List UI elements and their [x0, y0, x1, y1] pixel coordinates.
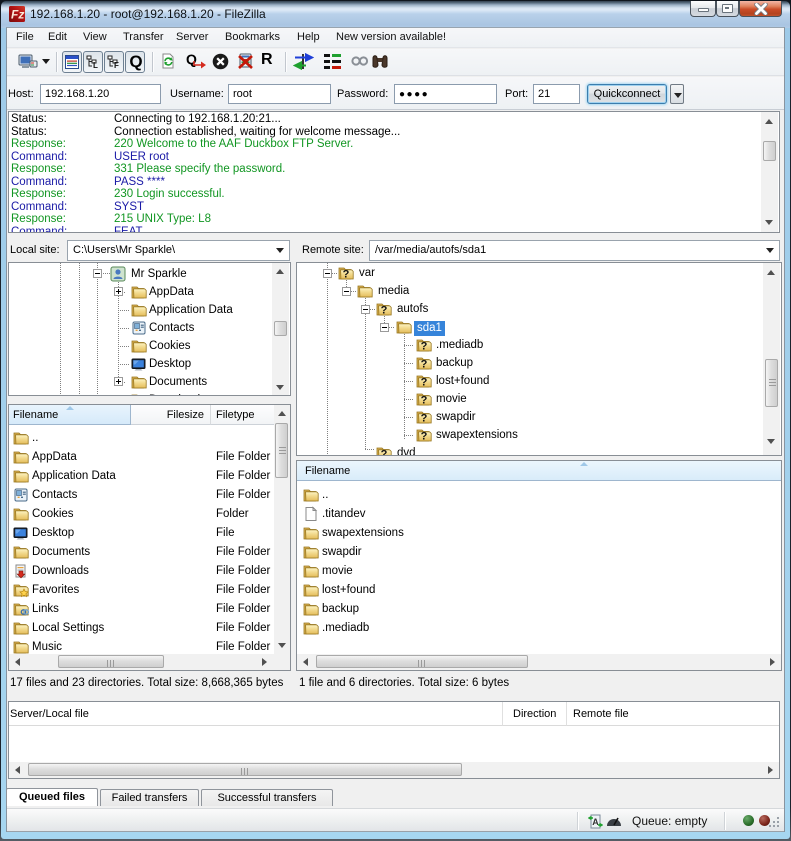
svg-text:Fz: Fz [11, 8, 24, 22]
svg-text:L: L [93, 61, 98, 69]
svg-text:F: F [114, 61, 119, 69]
